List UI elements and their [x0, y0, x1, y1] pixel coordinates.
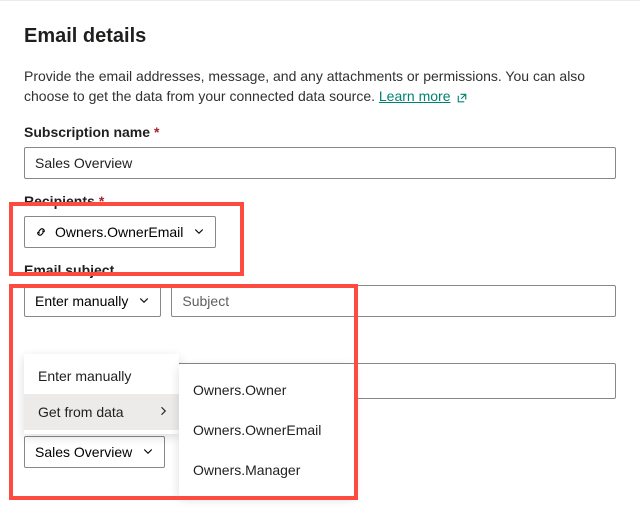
subscription-name-input[interactable] [24, 147, 616, 179]
menu-item-enter-manually[interactable]: Enter manually [24, 358, 179, 394]
subject-mode-menu: Enter manually Get from data [24, 354, 179, 434]
submenu-item-label: Owners.Owner [193, 382, 286, 398]
report-page-value: Sales Overview [35, 444, 132, 460]
recipients-chip-text: Owners.OwnerEmail [55, 224, 183, 240]
menu-item-label: Enter manually [38, 368, 131, 384]
subject-input[interactable] [171, 285, 616, 317]
email-subject-label: Email subject [24, 262, 616, 278]
learn-more-link[interactable]: Learn more [379, 88, 451, 104]
menu-item-get-from-data[interactable]: Get from data [24, 394, 179, 430]
submenu-item-owners-owner[interactable]: Owners.Owner [179, 370, 354, 410]
submenu-item-owners-owneremail[interactable]: Owners.OwnerEmail [179, 410, 354, 450]
submenu-item-label: Owners.Manager [193, 462, 300, 478]
required-asterisk: * [99, 193, 104, 209]
external-link-icon [456, 92, 468, 104]
recipients-label: Recipients * [24, 193, 616, 209]
subscription-name-field: Subscription name * [24, 124, 616, 179]
chevron-down-icon [193, 224, 205, 240]
email-subject-field: Email subject Enter manually [24, 262, 616, 317]
chevron-down-icon [138, 293, 150, 309]
link-icon [35, 226, 47, 238]
description: Provide the email addresses, message, an… [24, 66, 616, 106]
chevron-right-icon [157, 404, 169, 420]
subject-mode-dropdown[interactable]: Enter manually [24, 285, 161, 317]
submenu-item-label: Owners.OwnerEmail [193, 422, 321, 438]
report-page-dropdown[interactable]: Sales Overview [24, 436, 165, 468]
chevron-down-icon [142, 444, 154, 460]
subscription-name-label: Subscription name * [24, 124, 616, 140]
recipients-chip[interactable]: Owners.OwnerEmail [24, 216, 216, 248]
submenu-item-owners-manager[interactable]: Owners.Manager [179, 450, 354, 490]
data-field-submenu: Owners.Owner Owners.OwnerEmail Owners.Ma… [179, 364, 354, 496]
required-asterisk: * [154, 124, 159, 140]
page-title: Email details [24, 25, 616, 48]
menu-item-label: Get from data [38, 404, 124, 420]
subject-mode-label: Enter manually [35, 293, 128, 309]
recipients-field: Recipients * Owners.OwnerEmail [24, 193, 616, 248]
description-text: Provide the email addresses, message, an… [24, 68, 585, 104]
